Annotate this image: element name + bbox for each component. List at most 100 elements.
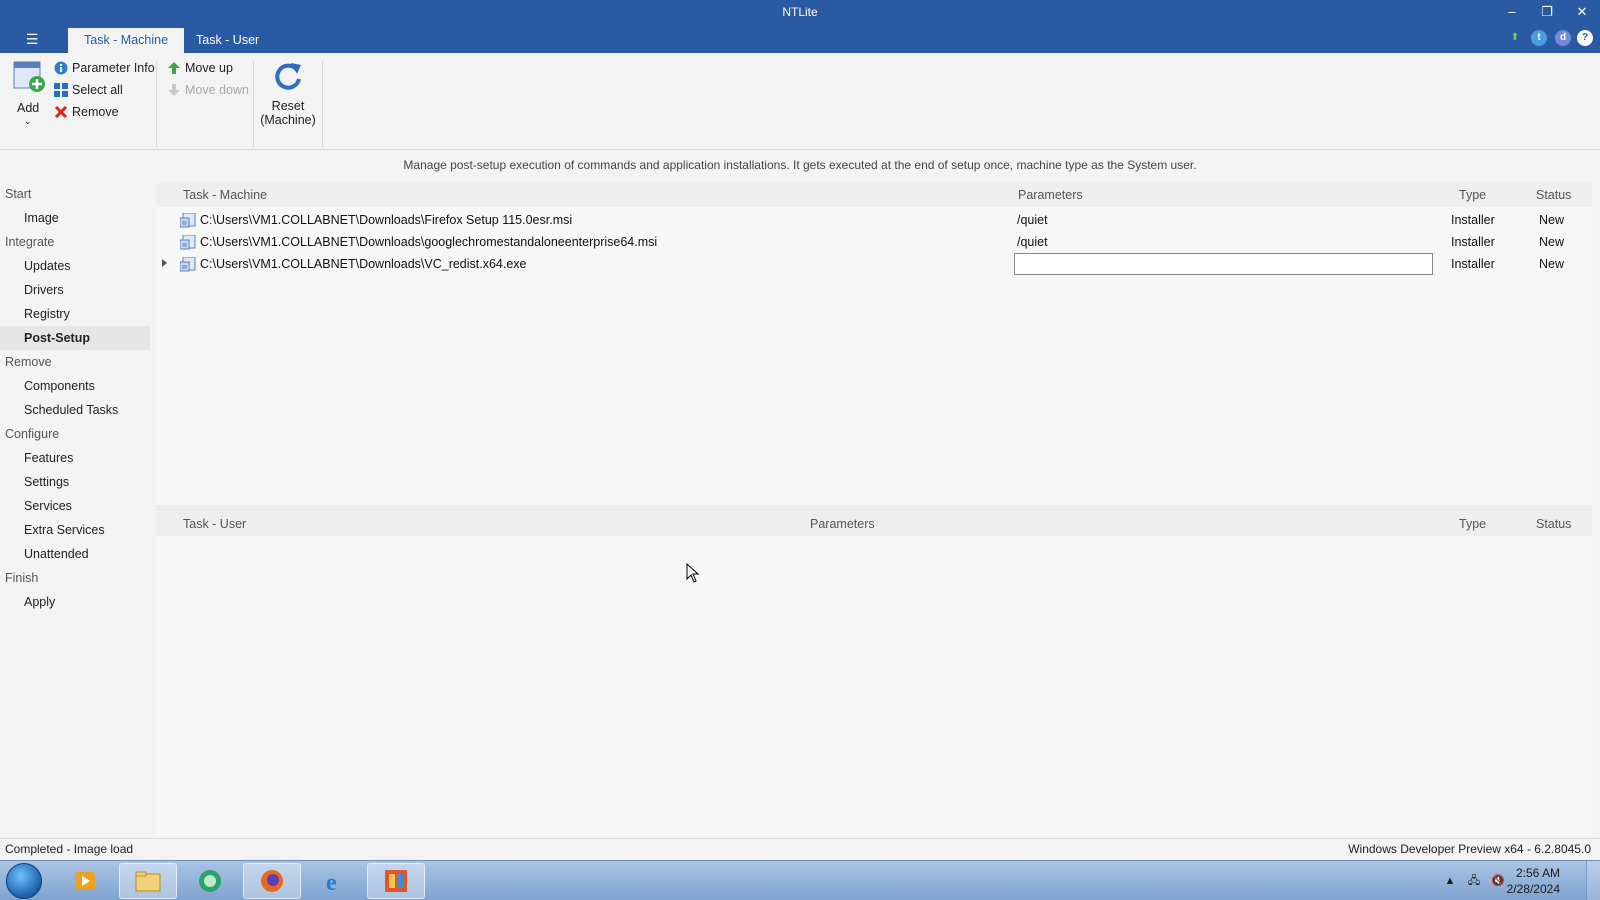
- parameter-info-button[interactable]: Parameter Info: [53, 60, 155, 75]
- status-bar: Completed - Image load Windows Developer…: [0, 838, 1600, 860]
- col-type[interactable]: Type: [1459, 517, 1486, 531]
- sidebar-item-scheduled-tasks[interactable]: Scheduled Tasks: [0, 398, 150, 422]
- add-label: Add: [17, 101, 40, 115]
- col-status[interactable]: Status: [1536, 188, 1571, 202]
- mouse-cursor-icon: [686, 563, 700, 583]
- start-button[interactable]: [6, 863, 42, 899]
- move-up-label: Move up: [185, 60, 233, 75]
- status-text: Completed - Image load: [5, 842, 134, 856]
- ntlite-icon[interactable]: [367, 863, 425, 899]
- svg-text:e: e: [326, 870, 337, 894]
- task-type: Installer: [1451, 235, 1495, 249]
- user-task-panel: Task - User Parameters Type Status: [156, 512, 1592, 835]
- show-desktop-button[interactable]: [1586, 861, 1600, 900]
- sidebar-item-unattended[interactable]: Unattended: [0, 542, 150, 566]
- installer-file-icon: [180, 257, 196, 272]
- task-path: C:\Users\VM1.COLLABNET\Downloads\googlec…: [200, 235, 658, 249]
- tray-expand-icon[interactable]: ▲: [1443, 874, 1457, 888]
- hamburger-menu-icon[interactable]: ☰: [20, 30, 44, 48]
- network-icon[interactable]: 🖧: [1467, 874, 1481, 888]
- move-down-button[interactable]: Move down: [166, 82, 249, 97]
- firefox-icon[interactable]: [243, 863, 301, 899]
- tab-task-machine[interactable]: Task - Machine: [68, 28, 185, 53]
- sidebar-item-components[interactable]: Components: [0, 374, 150, 398]
- col-parameters[interactable]: Parameters: [1018, 188, 1083, 202]
- select-all-button[interactable]: Select all: [53, 82, 123, 97]
- sidebar-item-features[interactable]: Features: [0, 446, 150, 470]
- select-all-label: Select all: [72, 82, 123, 97]
- media-player-icon[interactable]: [56, 863, 114, 899]
- task-path: C:\Users\VM1.COLLABNET\Downloads\Firefox…: [200, 213, 573, 227]
- task-status: New: [1539, 235, 1565, 249]
- help-icon[interactable]: ?: [1577, 30, 1593, 46]
- sidebar-item-extra-services[interactable]: Extra Services: [0, 518, 150, 542]
- sidebar-nav: Start Image Integrate Updates Drivers Re…: [0, 182, 152, 838]
- clock-date: 2/28/2024: [1506, 882, 1560, 896]
- sidebar-item-drivers[interactable]: Drivers: [0, 278, 150, 302]
- machine-task-panel: Task - Machine Parameters Type Status C:…: [156, 183, 1592, 505]
- panel-splitter[interactable]: [156, 505, 1592, 511]
- green-globe-icon[interactable]: [181, 863, 239, 899]
- parameter-info-label: Parameter Info: [72, 60, 155, 75]
- table-row[interactable]: C:\Users\VM1.COLLABNET\Downloads\Firefox…: [156, 209, 1592, 231]
- sidebar-group-remove[interactable]: Remove: [0, 350, 150, 374]
- close-button[interactable]: ✕: [1565, 3, 1599, 21]
- add-button[interactable]: Add ⌄: [10, 59, 46, 126]
- update-arrow-icon[interactable]: ⬆: [1507, 30, 1523, 46]
- info-icon: [53, 60, 68, 75]
- installer-file-icon: [180, 235, 196, 250]
- col-type[interactable]: Type: [1459, 188, 1486, 202]
- machine-table-header: Task - Machine Parameters Type Status: [156, 183, 1592, 207]
- twitter-icon[interactable]: t: [1531, 30, 1547, 46]
- user-table-header: Task - User Parameters Type Status: [156, 512, 1592, 536]
- arrow-down-icon: [166, 82, 181, 97]
- volume-muted-icon[interactable]: 🔇: [1491, 874, 1505, 888]
- table-row[interactable]: C:\Users\VM1.COLLABNET\Downloads\googlec…: [156, 231, 1592, 253]
- parameters-edit-field[interactable]: [1014, 253, 1433, 275]
- move-up-button[interactable]: Move up: [166, 60, 233, 75]
- sidebar-item-registry[interactable]: Registry: [0, 302, 150, 326]
- arrow-up-icon: [166, 60, 181, 75]
- sidebar-group-finish[interactable]: Finish: [0, 566, 150, 590]
- internet-explorer-icon[interactable]: e: [305, 863, 363, 899]
- sidebar-group-start[interactable]: Start: [0, 182, 150, 206]
- expand-arrow-icon[interactable]: [162, 259, 167, 267]
- taskbar: e ▲ 🖧 🔇 2:56 AM 2/28/2024: [0, 860, 1600, 900]
- col-task-user[interactable]: Task - User: [183, 517, 246, 531]
- sidebar-item-updates[interactable]: Updates: [0, 254, 150, 278]
- sidebar-group-configure[interactable]: Configure: [0, 422, 150, 446]
- table-row[interactable]: C:\Users\VM1.COLLABNET\Downloads\VC_redi…: [156, 253, 1592, 275]
- col-task-machine[interactable]: Task - Machine: [183, 188, 267, 202]
- col-status[interactable]: Status: [1536, 517, 1571, 531]
- sidebar-item-apply[interactable]: Apply: [0, 590, 150, 614]
- minimize-button[interactable]: –: [1495, 3, 1529, 21]
- file-explorer-icon[interactable]: [119, 863, 177, 899]
- ribbon-toolbar: Add ⌄ Parameter Info Select all Remove M…: [0, 53, 1600, 150]
- sidebar-group-integrate[interactable]: Integrate: [0, 230, 150, 254]
- red-x-icon: [53, 104, 68, 119]
- reset-machine-button[interactable]: Reset (Machine): [258, 59, 318, 127]
- chevron-down-icon: ⌄: [24, 116, 32, 126]
- sidebar-item-post-setup[interactable]: Post-Setup: [0, 326, 150, 350]
- reset-label-line1: Reset: [271, 99, 305, 113]
- ribbon-divider: [253, 61, 254, 147]
- discord-icon[interactable]: d: [1555, 30, 1571, 46]
- ribbon-divider: [322, 61, 323, 147]
- remove-button[interactable]: Remove: [53, 104, 119, 119]
- installer-file-icon: [180, 213, 196, 228]
- sidebar-item-services[interactable]: Services: [0, 494, 150, 518]
- remove-label: Remove: [72, 104, 119, 119]
- sidebar-item-settings[interactable]: Settings: [0, 470, 150, 494]
- add-task-icon: [13, 61, 45, 92]
- tab-task-user[interactable]: Task - User: [180, 28, 275, 53]
- sidebar-item-image[interactable]: Image: [0, 206, 150, 230]
- restore-button[interactable]: ❐: [1530, 3, 1564, 21]
- task-parameters[interactable]: /quiet: [1017, 235, 1048, 249]
- task-type: Installer: [1451, 257, 1495, 271]
- clock-time: 2:56 AM: [1515, 866, 1560, 880]
- taskbar-clock[interactable]: 2:56 AM 2/28/2024: [1507, 865, 1560, 897]
- grid-icon: [53, 82, 68, 97]
- task-status: New: [1539, 213, 1565, 227]
- col-parameters[interactable]: Parameters: [810, 517, 875, 531]
- task-parameters[interactable]: /quiet: [1017, 213, 1048, 227]
